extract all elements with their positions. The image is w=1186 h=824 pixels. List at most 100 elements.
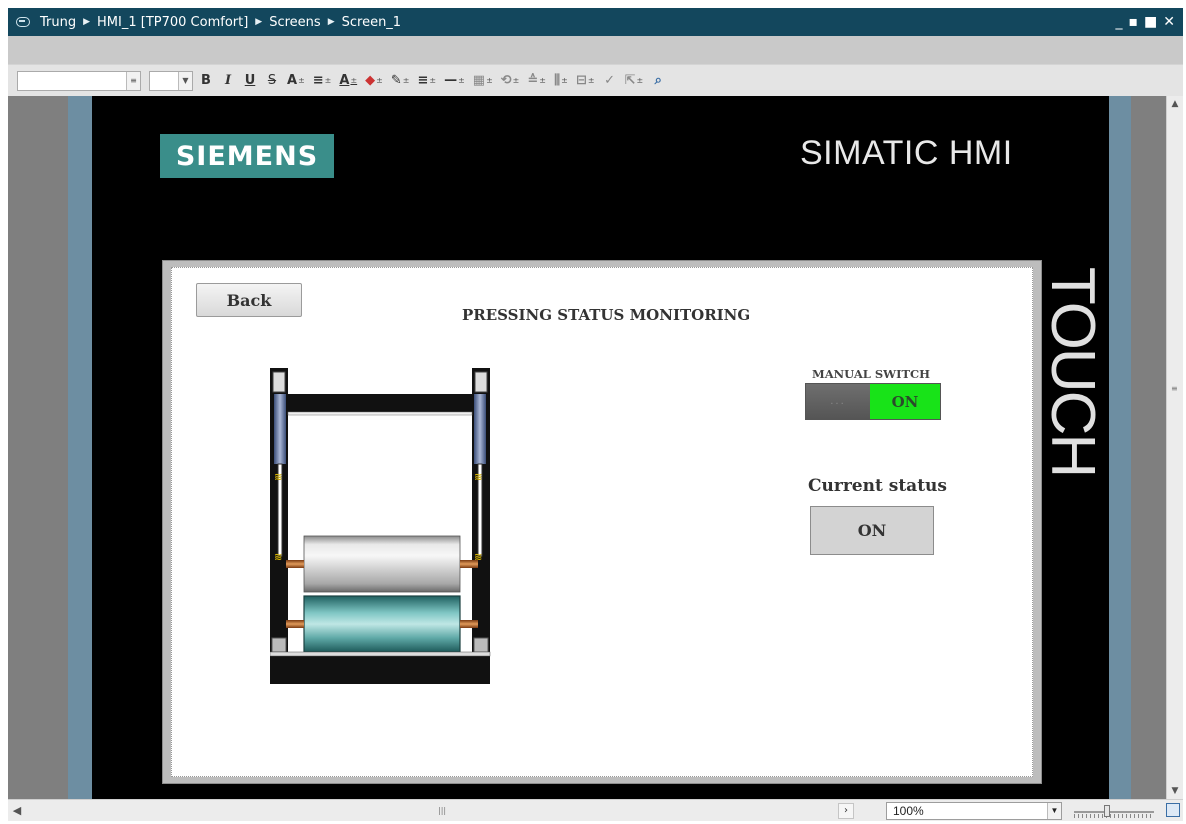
spring-mark-right: ≋ xyxy=(474,472,482,483)
align-objects-icon: ≙ xyxy=(527,73,539,88)
pen-icon: ✎ xyxy=(390,73,402,88)
layer-order-icon: ▦ xyxy=(472,73,486,88)
close-icon[interactable]: ✕ xyxy=(1163,15,1175,29)
lower-axle-right xyxy=(460,620,478,628)
manual-switch-off-side[interactable]: ... xyxy=(806,384,870,419)
fit-to-window-icon[interactable] xyxy=(1166,803,1180,817)
zoom-value: 100% xyxy=(893,804,924,818)
window-controls: _ ▪ ■ ✕ xyxy=(1116,15,1175,29)
breadcrumb-device[interactable]: HMI_1 [TP700 Comfort] xyxy=(97,15,248,30)
canvas-margin-right xyxy=(1109,96,1131,799)
layers-icon: ⇱ xyxy=(624,73,636,88)
bottom-base-top-line xyxy=(270,651,491,657)
project-icon xyxy=(16,17,30,27)
rotate-icon: ⟲ xyxy=(500,73,512,88)
spring-mark-left: ≋ xyxy=(274,472,282,483)
line-width-button[interactable]: — ± xyxy=(442,70,467,92)
scroll-left-icon[interactable]: ◀ xyxy=(10,804,24,818)
spring-mark-left-lower: ≋ xyxy=(274,552,282,563)
scroll-right-icon[interactable]: › xyxy=(838,803,854,819)
zoom-slider[interactable] xyxy=(1074,804,1154,818)
line-icon: — xyxy=(444,73,458,88)
font-size-select[interactable]: ▼ xyxy=(149,70,193,91)
font-color-button[interactable]: A ± xyxy=(337,70,359,92)
align-center-icon: ≡ xyxy=(312,73,324,88)
font-color-icon: A xyxy=(339,73,350,88)
lower-roller xyxy=(303,595,461,653)
chevron-down-icon[interactable]: ▼ xyxy=(178,71,192,90)
fill-bucket-icon: ◆ xyxy=(365,73,376,88)
line-style-icon: ≡ xyxy=(417,73,429,88)
top-beam xyxy=(270,394,490,412)
manual-switch-on-side[interactable]: ON xyxy=(870,384,940,419)
align-objects-button[interactable]: ≙ ± xyxy=(525,70,548,92)
breadcrumb-screens[interactable]: Screens xyxy=(269,15,320,30)
vertical-scrollbar[interactable]: ▲ ≡ ▼ xyxy=(1166,96,1183,799)
format-painter-icon: ✓ xyxy=(604,73,616,88)
zoom-slider-track xyxy=(1074,811,1154,813)
chevron-down-icon[interactable]: ▼ xyxy=(1047,803,1061,819)
hmi-screen[interactable]: Back PRESSING STATUS MONITORING ≋ ≋ ≋ ≋ … xyxy=(171,267,1033,777)
spacing-icon: ⊟ xyxy=(575,73,587,88)
float-icon[interactable]: ▪ xyxy=(1129,15,1139,29)
bring-to-front-button[interactable]: ▦ ± xyxy=(471,70,495,92)
chevron-right-icon: ▶ xyxy=(83,17,91,27)
hmi-screen-border: Back PRESSING STATUS MONITORING ≋ ≋ ≋ ≋ … xyxy=(162,260,1042,784)
post-cap-left xyxy=(272,371,286,393)
chevron-right-icon: ▶ xyxy=(327,17,335,27)
font-family-select[interactable]: ≡ xyxy=(17,70,141,91)
press-machine-graphic[interactable]: ≋ ≋ ≋ ≋ xyxy=(270,368,496,688)
back-button[interactable]: Back xyxy=(196,283,302,317)
current-status-value: ON xyxy=(810,506,934,555)
text-align-button[interactable]: ≡ ± xyxy=(311,70,334,92)
manual-switch[interactable]: ... ON xyxy=(805,383,941,420)
distribute-icon: ⫼ xyxy=(554,73,561,88)
base-block-right xyxy=(473,637,489,653)
manual-switch-label: MANUAL SWITCH xyxy=(812,367,931,381)
zoom-selection-button[interactable]: ⌕ xyxy=(649,70,667,92)
bold-button[interactable]: B xyxy=(197,70,215,92)
spacing-button[interactable]: ⊟ ± xyxy=(574,70,597,92)
strikethrough-button[interactable]: S xyxy=(263,70,281,92)
italic-button[interactable]: I xyxy=(219,70,237,92)
list-icon[interactable]: ≡ xyxy=(126,71,140,90)
zoom-slider-handle[interactable] xyxy=(1104,805,1110,817)
zoom-select-icon: ⌕ xyxy=(654,73,662,88)
line-color-button[interactable]: ✎ ± xyxy=(389,70,412,92)
scroll-grip-icon[interactable]: ≡ xyxy=(1171,384,1179,393)
touch-label-box: TOUCH xyxy=(1038,256,1108,486)
siemens-logo: SIEMENS xyxy=(160,134,334,178)
device-model-label: SIMATIC HMI xyxy=(800,134,1013,172)
layers-button[interactable]: ⇱ ± xyxy=(623,70,646,92)
touch-label: TOUCH xyxy=(1038,266,1108,476)
breadcrumb: Trung ▶ HMI_1 [TP700 Comfort] ▶ Screens … xyxy=(40,15,401,30)
minimize-icon[interactable]: _ xyxy=(1116,15,1123,29)
zoom-select[interactable]: 100% ▼ xyxy=(886,802,1062,820)
zoom-slider-ticks xyxy=(1074,814,1154,818)
font-size-grow-button[interactable]: A ± xyxy=(285,70,307,92)
horizontal-scrollbar[interactable]: ◀ ||| › 100% ▼ xyxy=(8,799,1183,821)
breadcrumb-project[interactable]: Trung xyxy=(40,15,76,30)
editor-canvas[interactable]: SIEMENS SIMATIC HMI TOUCH Back PRESSING … xyxy=(8,96,1166,799)
chevron-right-icon: ▶ xyxy=(255,17,263,27)
format-painter-button[interactable]: ✓ xyxy=(601,70,619,92)
tab-strip xyxy=(8,36,1183,64)
line-style-button[interactable]: ≡ ± xyxy=(415,70,438,92)
current-status-label: Current status xyxy=(808,476,947,496)
format-toolbar: ≡ ▼ B I U S A ± ≡ ± A ± ◆ ± ✎ ± ≡ ± — ± ▦ ± ⟲ ± ≙… xyxy=(8,64,1183,96)
bottom-base xyxy=(270,656,490,684)
maximize-icon[interactable]: ■ xyxy=(1144,15,1157,29)
underline-button[interactable]: U xyxy=(241,70,259,92)
top-beam-highlight xyxy=(287,411,473,416)
screen-title: PRESSING STATUS MONITORING xyxy=(462,306,751,324)
base-block-left xyxy=(271,637,287,653)
scroll-thumb-grip-icon[interactable]: ||| xyxy=(438,806,446,815)
upper-axle-right xyxy=(460,560,478,568)
breadcrumb-screen[interactable]: Screen_1 xyxy=(342,15,401,30)
rotate-button[interactable]: ⟲ ± xyxy=(499,70,522,92)
scroll-up-icon[interactable]: ▲ xyxy=(1167,96,1183,112)
distribute-button[interactable]: ⫼ ± xyxy=(552,70,570,92)
superscript-icon: A xyxy=(287,73,298,88)
fill-color-button[interactable]: ◆ ± xyxy=(363,70,385,92)
scroll-down-icon[interactable]: ▼ xyxy=(1167,783,1183,799)
